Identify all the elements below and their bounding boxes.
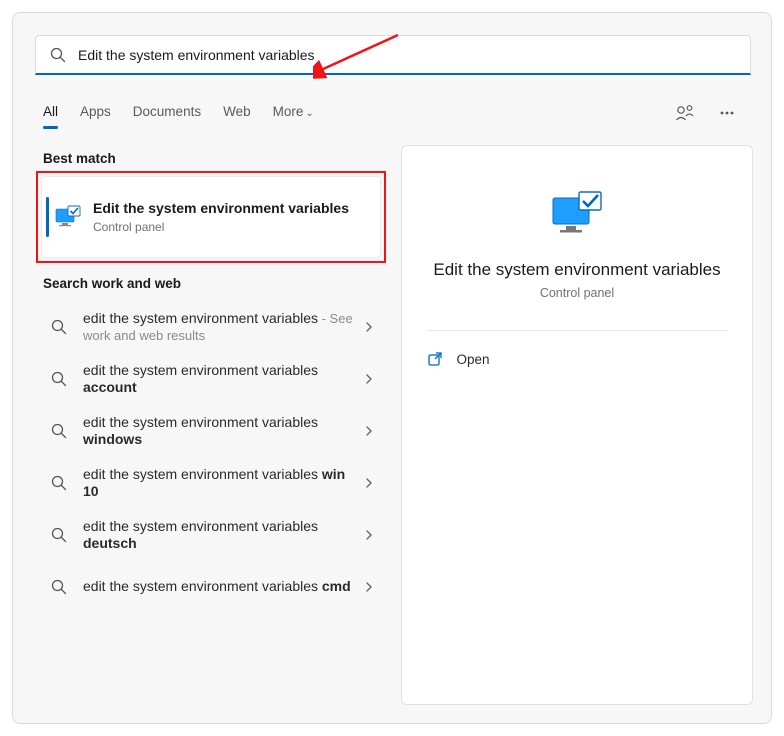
header-actions [671,99,741,127]
search-icon [51,579,67,595]
open-label: Open [457,352,490,367]
monitor-check-icon [549,186,605,242]
best-match-result[interactable]: Edit the system environment variables Co… [41,176,381,258]
search-icon [50,47,66,63]
web-suggestion-item[interactable]: edit the system environment variables cm… [41,561,381,613]
best-match-subtitle: Control panel [93,220,372,234]
search-icon [51,423,67,439]
open-action[interactable]: Open [427,351,728,367]
open-external-icon [427,351,443,367]
chevron-down-icon: ⌄ [305,108,313,119]
suggestion-label: edit the system environment variables cm… [83,578,363,596]
web-suggestions-list: edit the system environment variables - … [41,301,381,613]
tab-all[interactable]: All [43,104,58,127]
chevron-right-icon [363,529,375,541]
suggestion-label: edit the system environment variables wi… [83,414,363,449]
search-icon [51,371,67,387]
search-icon [51,319,67,335]
tab-more-label: More [273,104,304,119]
search-results-window: Edit the system environment variables Al… [12,12,772,724]
best-match-header: Best match [41,151,381,166]
web-suggestion-item[interactable]: edit the system environment variables wi… [41,457,381,509]
detail-title: Edit the system environment variables [413,260,740,280]
suggestion-label: edit the system environment variables - … [83,310,363,345]
monitor-check-icon [55,204,81,230]
search-bar[interactable]: Edit the system environment variables [35,35,751,75]
chevron-right-icon [363,477,375,489]
search-query-text: Edit the system environment variables [78,47,315,63]
results-left-column: Best match Edit the system environment v… [41,151,381,613]
suggestion-label: edit the system environment variables ac… [83,362,363,397]
chevron-right-icon [363,425,375,437]
divider [427,330,728,331]
detail-subtitle: Control panel [540,286,614,300]
web-suggestion-item[interactable]: edit the system environment variables - … [41,301,381,353]
suggestion-label: edit the system environment variables wi… [83,466,363,501]
web-suggestion-item[interactable]: edit the system environment variables wi… [41,405,381,457]
best-match-title: Edit the system environment variables [93,200,372,218]
tab-documents[interactable]: Documents [133,104,201,127]
web-suggestion-item[interactable]: edit the system environment variables de… [41,509,381,561]
search-icon [51,527,67,543]
account-icon[interactable] [671,99,699,127]
chevron-right-icon [363,321,375,333]
chevron-right-icon [363,581,375,593]
tab-more[interactable]: More⌄ [273,104,314,127]
chevron-right-icon [363,373,375,385]
search-icon [51,475,67,491]
best-match-texts: Edit the system environment variables Co… [93,200,372,234]
result-detail-panel: Edit the system environment variables Co… [401,145,753,705]
more-options-icon[interactable] [713,99,741,127]
web-suggestion-item[interactable]: edit the system environment variables ac… [41,353,381,405]
selection-accent [46,197,49,237]
suggestion-label: edit the system environment variables de… [83,518,363,553]
filter-tabs: All Apps Documents Web More⌄ [43,99,753,131]
tab-apps[interactable]: Apps [80,104,111,127]
search-web-header: Search work and web [41,276,381,291]
tab-web[interactable]: Web [223,104,251,127]
